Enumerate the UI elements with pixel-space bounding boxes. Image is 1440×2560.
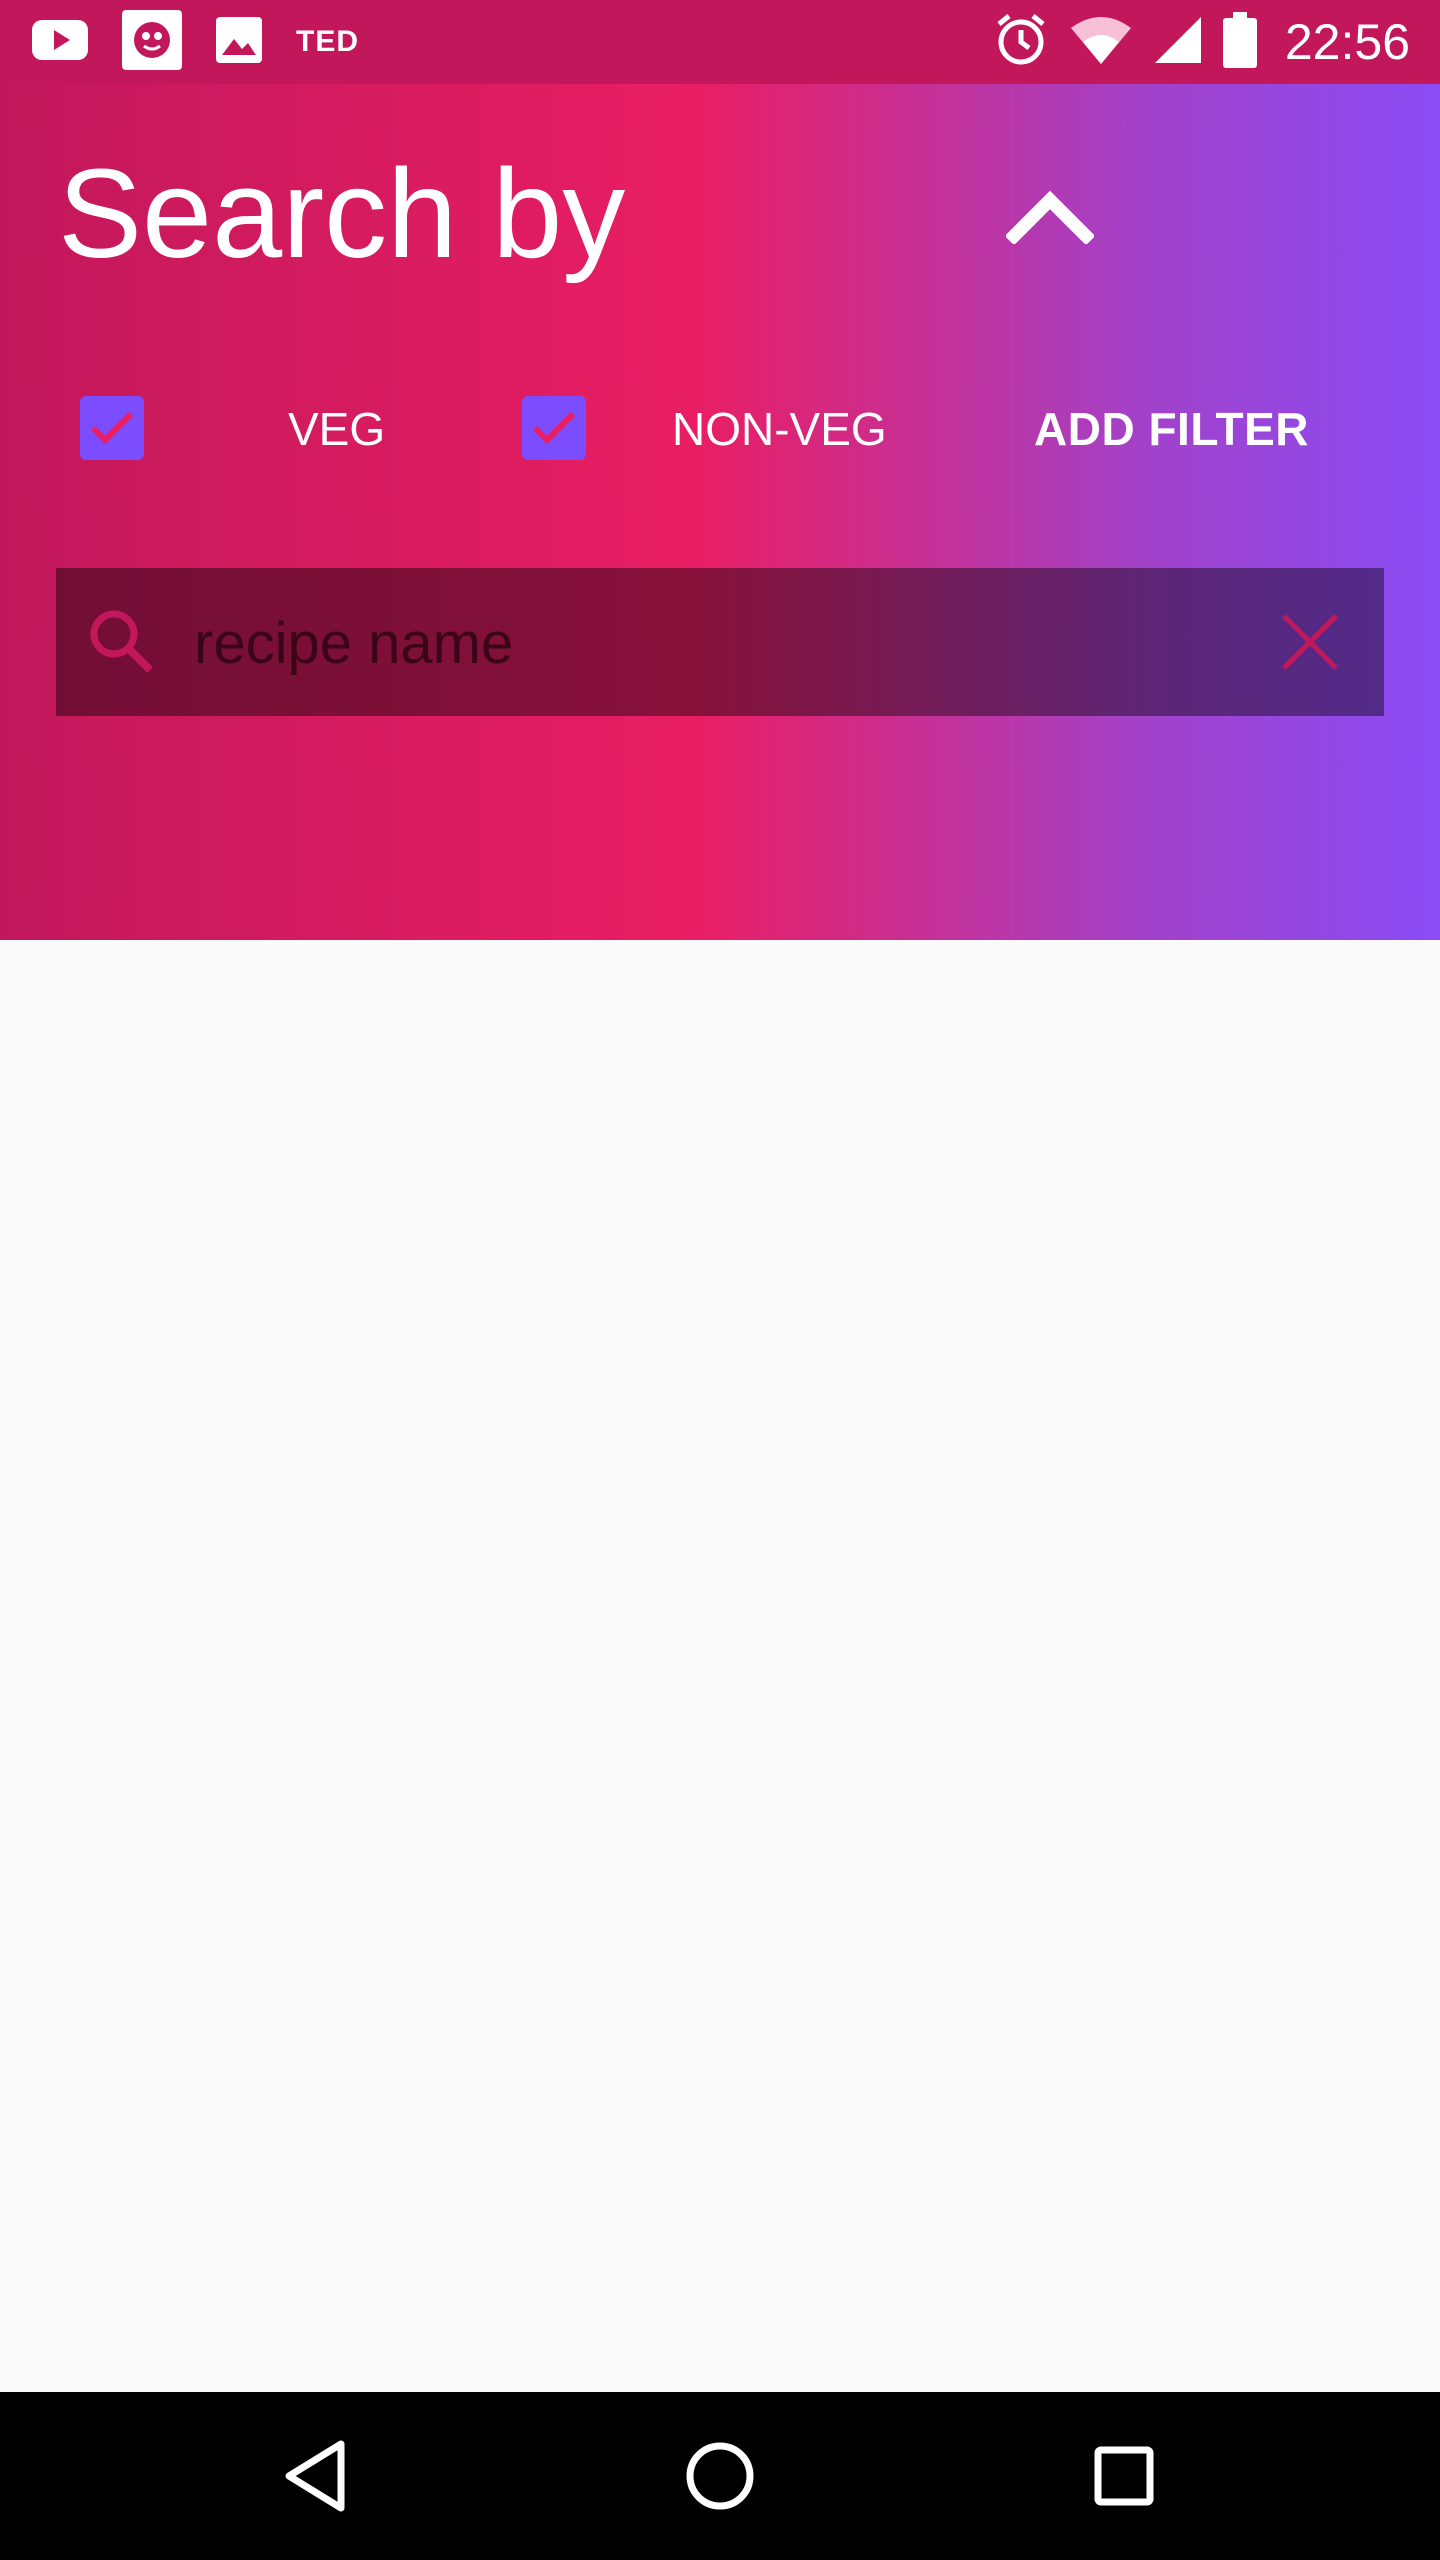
- chevron-up-icon: [1006, 190, 1094, 244]
- battery-icon: [1222, 11, 1257, 73]
- veg-label[interactable]: VEG: [288, 394, 385, 464]
- signal-icon: [1153, 15, 1203, 70]
- search-icon: [90, 610, 153, 673]
- home-icon: [686, 2442, 754, 2510]
- app-notification-icon: [122, 9, 182, 75]
- clock: 22:56: [1284, 14, 1410, 70]
- veg-checkbox[interactable]: [80, 396, 144, 460]
- close-icon[interactable]: [1272, 604, 1348, 680]
- wifi-icon: [1069, 14, 1133, 71]
- checkmark-icon: [532, 411, 576, 445]
- home-button[interactable]: [660, 2416, 780, 2536]
- navigation-bar: [0, 2392, 1440, 2560]
- recents-button[interactable]: [1064, 2416, 1184, 2536]
- search-header: Search by VEG NON-VEG ADD FILTER: [0, 84, 1440, 940]
- image-icon: [216, 16, 262, 68]
- checkmark-icon: [90, 411, 134, 445]
- non-veg-label[interactable]: NON-VEG: [672, 394, 887, 464]
- search-bar: [56, 568, 1384, 716]
- ted-notification-label: TED: [296, 25, 359, 58]
- system-icons: 22:56: [993, 10, 1410, 74]
- add-filter-button[interactable]: ADD FILTER: [1034, 394, 1309, 464]
- non-veg-checkbox[interactable]: [522, 396, 586, 460]
- alarm-icon: [993, 12, 1049, 73]
- status-bar: TED 22:56: [0, 0, 1440, 84]
- back-button[interactable]: [256, 2416, 376, 2536]
- page-title: Search by: [58, 143, 626, 284]
- collapse-button[interactable]: [990, 164, 1110, 264]
- back-icon: [285, 2440, 345, 2512]
- results-area: [0, 940, 1440, 2392]
- recents-icon: [1094, 2446, 1154, 2506]
- notification-icons: TED: [32, 9, 359, 70]
- youtube-icon: [32, 19, 88, 65]
- search-input[interactable]: [192, 592, 1196, 694]
